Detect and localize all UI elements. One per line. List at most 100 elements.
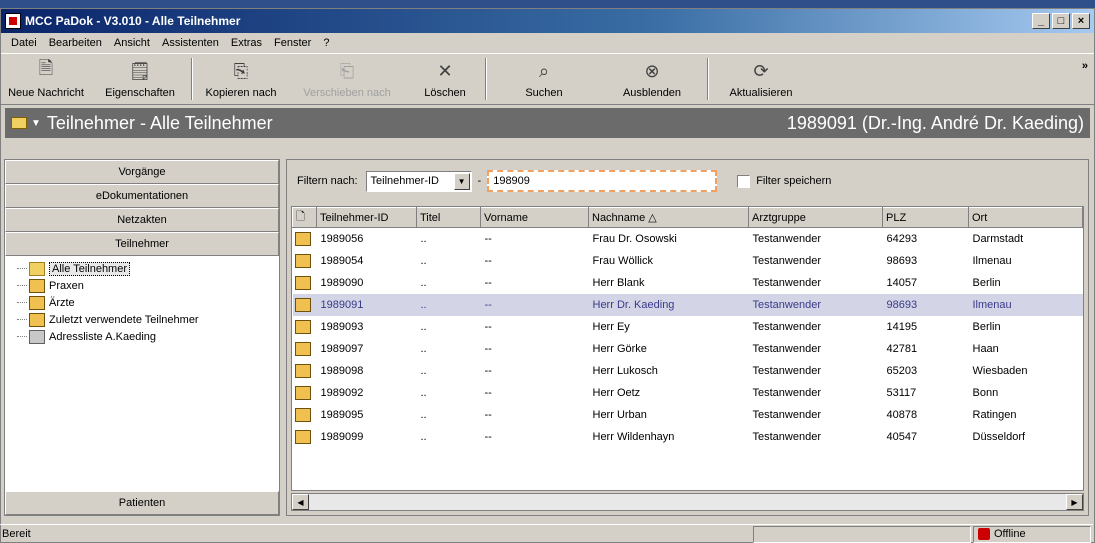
content-pane: Filtern nach: Teilnehmer-ID ▼ - 198909 F… (286, 159, 1089, 516)
table-row[interactable]: 1989090.. -- Herr Blank Testanwender 14057 Be… (293, 272, 1083, 294)
table-cell: Frau Dr. Osowski (592, 232, 677, 245)
table-cell: -- (484, 232, 492, 245)
nav-tree: Alle Teilnehmer Praxen Ärzte Zuletzt ver… (5, 256, 279, 345)
table-cell: Testanwender (752, 232, 822, 245)
table-cell: -- (484, 342, 492, 355)
folder-icon (29, 261, 45, 276)
minimize-button[interactable]: _ (1032, 13, 1050, 29)
title-bar[interactable]: MCC PaDok - V3.010 - Alle Teilnehmer _ □… (1, 9, 1094, 33)
chevron-down-icon[interactable]: ▼ (453, 172, 470, 190)
new-message-button[interactable]: 🗎 Neue Nachricht (1, 54, 91, 104)
table-cell: -- (484, 430, 492, 443)
table-cell: Testanwender (752, 320, 822, 333)
filter-field-select[interactable]: Teilnehmer-ID ▼ (365, 170, 472, 192)
close-button[interactable]: × (1072, 13, 1090, 29)
scroll-right-icon[interactable]: ▶ (1066, 494, 1083, 510)
menu-extras[interactable]: Extras (225, 37, 268, 49)
table-cell: 40878 (886, 408, 918, 421)
table-row[interactable]: 1989054.. -- Frau Wöllick Testanwender 98693… (293, 250, 1083, 272)
table-cell: Testanwender (752, 430, 822, 443)
table-row[interactable]: 1989095.. -- Herr Urban Testanwender 40878 Ra… (293, 404, 1083, 426)
status-panel (753, 525, 971, 543)
table-row[interactable]: 1989097.. -- Herr Görke Testanwender 42781 Ha… (293, 338, 1083, 360)
column-header-plz[interactable]: PLZ (882, 207, 969, 228)
table-cell: .. (420, 430, 427, 443)
hide-button[interactable]: ⊗ Ausblenden (599, 54, 705, 104)
nav-teilnehmer[interactable]: Teilnehmer (5, 232, 279, 256)
participant-icon (294, 429, 311, 444)
menu-ansicht[interactable]: Ansicht (108, 37, 156, 49)
table-cell: Herr Ey (592, 320, 630, 333)
menu-bearbeiten[interactable]: Bearbeiten (43, 37, 108, 49)
refresh-button[interactable]: ⟳ Aktualisieren (711, 54, 811, 104)
properties-button[interactable]: 🗒 Eigenschaften (91, 54, 189, 104)
table-cell: Testanwender (752, 342, 822, 355)
table-cell: 98693 (882, 293, 969, 316)
tree-item-praxen[interactable]: Praxen (15, 277, 279, 294)
delete-button[interactable]: ✕ Löschen (407, 54, 483, 104)
nav-edokumentationen[interactable]: eDokumentationen (5, 184, 279, 208)
copy-to-button[interactable]: ⎘ Kopieren nach (195, 54, 287, 104)
column-header-vorname[interactable]: Vorname (480, 207, 589, 228)
menu-datei[interactable]: Datei (5, 37, 43, 49)
filter-save-checkbox[interactable]: Filter speichern (737, 174, 831, 188)
participant-icon (294, 297, 311, 312)
table-row[interactable]: 1989091.. -- Herr Dr. Kaeding Testanwender 9… (292, 293, 1083, 316)
menu-assistenten[interactable]: Assistenten (156, 37, 225, 49)
table-cell: Testanwender (752, 254, 822, 267)
scroll-left-icon[interactable]: ◀ (292, 494, 309, 510)
table-cell: Ilmenau (972, 254, 1012, 267)
table-cell: Testanwender (748, 293, 883, 316)
move-to-button[interactable]: ⎗ Verschieben nach (287, 54, 407, 104)
table-row[interactable]: 1989092.. -- Herr Oetz Testanwender 53117 Bon… (293, 382, 1083, 404)
maximize-button[interactable]: □ (1052, 13, 1070, 29)
table-cell: .. (420, 232, 427, 245)
column-header-icon[interactable]: 🗋 (292, 207, 317, 228)
table-cell: -- (484, 320, 492, 333)
toolbar-separator (191, 58, 193, 100)
table-cell: Herr Blank (592, 276, 645, 289)
table-cell: 1989093 (320, 320, 364, 333)
nav-vorgaenge[interactable]: Vorgänge (5, 160, 279, 184)
tree-item-alle-teilnehmer[interactable]: Alle Teilnehmer (15, 260, 279, 277)
column-header-arztgruppe[interactable]: Arztgruppe (748, 207, 883, 228)
table-row[interactable]: 1989098.. -- Herr Lukosch Testanwender 65203… (293, 360, 1083, 382)
table-row[interactable]: 1989093.. -- Herr Ey Testanwender 14195 Berli… (293, 316, 1083, 338)
doctor-icon (29, 295, 45, 310)
filter-input[interactable]: 198909 (487, 170, 718, 192)
table-cell: Herr Oetz (592, 386, 641, 399)
table-cell: Herr Wildenhayn (592, 430, 675, 443)
new-message-icon: 🗎 (38, 58, 54, 78)
column-header-ort[interactable]: Ort (968, 207, 1083, 228)
table-row[interactable]: 1989056.. -- Frau Dr. Osowski Testanwender 6… (293, 228, 1083, 250)
filter-bar: Filtern nach: Teilnehmer-ID ▼ - 198909 F… (287, 160, 1088, 202)
search-button[interactable]: ⌕ Suchen (489, 54, 599, 104)
menu-fenster[interactable]: Fenster (268, 37, 317, 49)
column-header-titel[interactable]: Titel (416, 207, 481, 228)
table-cell: .. (420, 276, 427, 289)
menu-help[interactable]: ? (317, 37, 335, 49)
refresh-icon: ⟳ (753, 60, 769, 81)
tree-item-adressliste[interactable]: Adressliste A.Kaeding (15, 328, 279, 345)
checkbox[interactable] (737, 174, 751, 188)
participants-table: 🗋 Teilnehmer-ID Titel Vorname Nachname △… (291, 206, 1084, 491)
toolbar-overflow-chevron[interactable]: » (1082, 60, 1088, 72)
participant-icon (294, 363, 311, 378)
app-icon[interactable] (5, 13, 21, 29)
table-row[interactable]: 1989099.. -- Herr Wildenhayn Testanwender 40… (293, 426, 1083, 448)
column-header-nachname[interactable]: Nachname △ (588, 207, 749, 228)
table-cell: Berlin (972, 276, 1001, 289)
table-cell: 42781 (886, 342, 918, 355)
table-cell: 64293 (886, 232, 918, 245)
dropdown-arrow-icon[interactable]: ▼ (31, 118, 41, 129)
status-bar: Bereit Offline (0, 524, 1093, 543)
table-cell: 1989056 (320, 232, 364, 245)
tree-item-zuletzt[interactable]: Zuletzt verwendete Teilnehmer (15, 311, 279, 328)
nav-netzakten[interactable]: Netzakten (5, 208, 279, 232)
nav-patienten[interactable]: Patienten (5, 491, 279, 515)
table-cell: -- (484, 254, 492, 267)
horizontal-scrollbar[interactable]: ◀ ▶ (291, 493, 1084, 511)
table-cell: Darmstadt (972, 232, 1024, 245)
tree-item-aerzte[interactable]: Ärzte (15, 294, 279, 311)
column-header-id[interactable]: Teilnehmer-ID (316, 207, 417, 228)
